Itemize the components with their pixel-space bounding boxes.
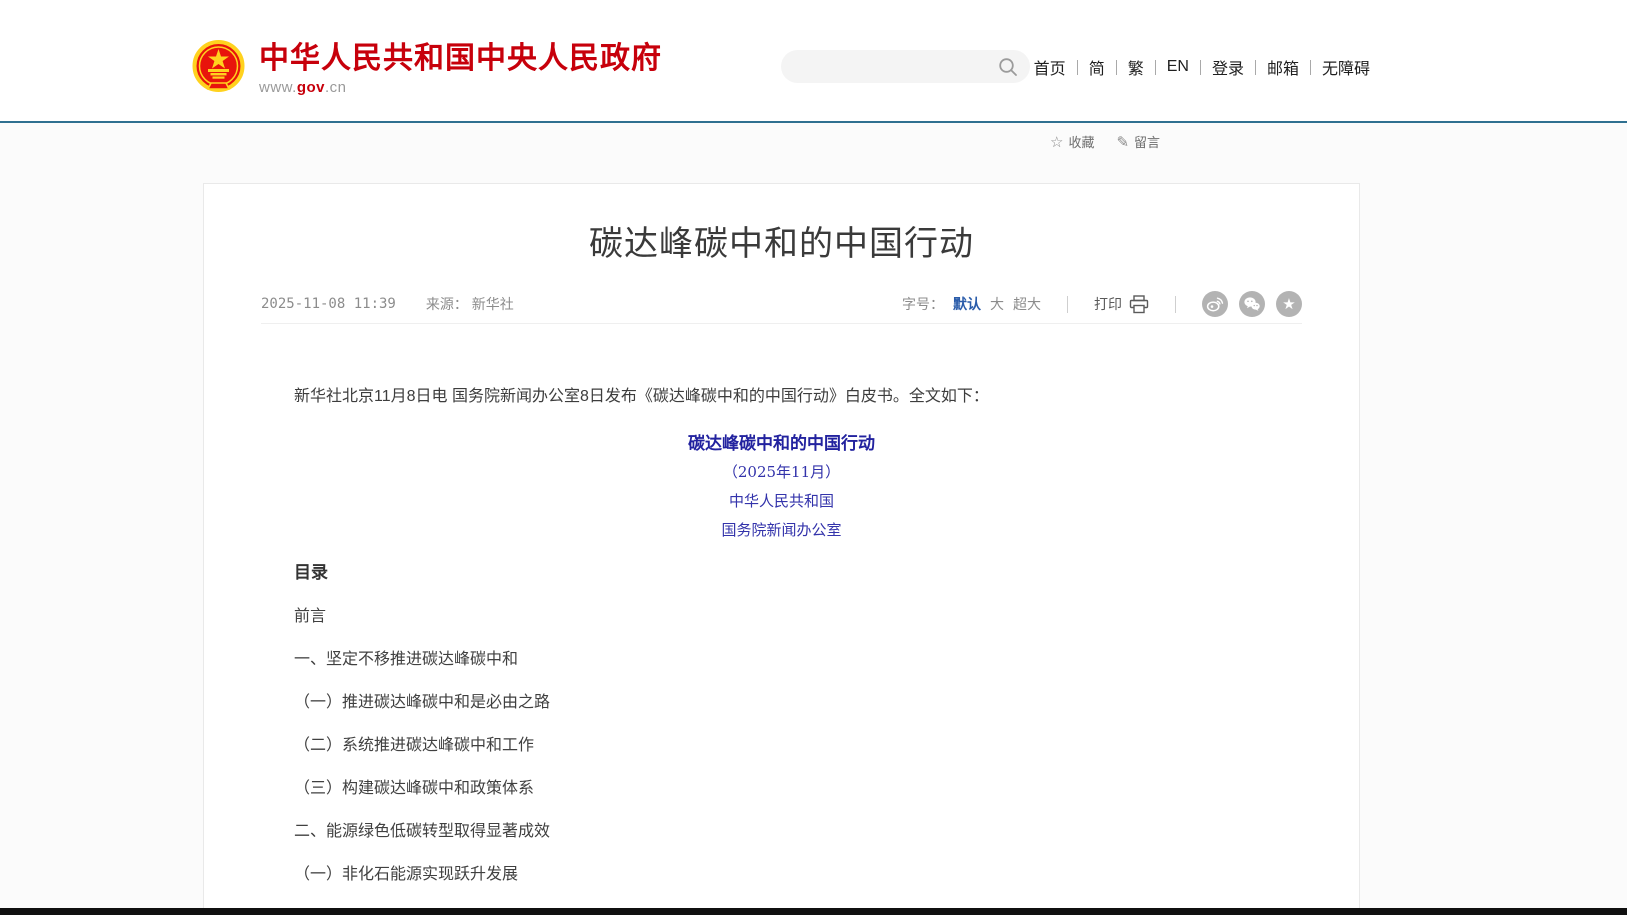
- document-author-line2: 国务院新闻办公室: [294, 520, 1269, 540]
- font-size-label: 字号：: [902, 294, 944, 314]
- top-nav: 首页 简 繁 EN 登录 邮箱 无障碍: [1034, 56, 1370, 78]
- toc-heading: 目录: [294, 561, 1269, 585]
- nav-separator: [1155, 60, 1156, 75]
- nav-home[interactable]: 首页: [1034, 55, 1066, 79]
- publish-date: 2025-11-08 11:39: [261, 296, 396, 312]
- weibo-share-button[interactable]: [1202, 291, 1228, 317]
- search-input[interactable]: [781, 50, 997, 83]
- nav-login[interactable]: 登录: [1212, 55, 1244, 79]
- page: 中华人民共和国中央人民政府 www.gov.cn 首页 简 繁 EN 登录 邮箱: [0, 0, 1627, 915]
- wechat-share-button[interactable]: [1239, 291, 1265, 317]
- meta-separator: [1067, 296, 1068, 313]
- toc-item-section2: 二、能源绿色低碳转型取得显著成效: [294, 821, 1269, 843]
- toc-item-section1: 一、坚定不移推进碳达峰碳中和: [294, 649, 1269, 671]
- printer-icon: [1129, 295, 1149, 314]
- site-url-prefix: www.: [259, 79, 297, 96]
- favorite-label: 收藏: [1068, 132, 1094, 151]
- font-size-large[interactable]: 大: [990, 294, 1004, 314]
- nav-separator: [1255, 60, 1256, 75]
- message-label: 留言: [1134, 132, 1160, 151]
- nav-traditional[interactable]: 繁: [1128, 55, 1144, 79]
- message-button[interactable]: ✎ 留言: [1116, 132, 1160, 151]
- nav-accessibility[interactable]: 无障碍: [1322, 55, 1370, 79]
- intro-paragraph: 新华社北京11月8日电 国务院新闻办公室8日发布《碳达峰碳中和的中国行动》白皮书…: [294, 386, 1269, 408]
- nav-separator: [1310, 60, 1311, 75]
- bottom-edge-bar: [0, 908, 1627, 915]
- font-size-xlarge[interactable]: 超大: [1013, 294, 1041, 314]
- article-body: 新华社北京11月8日电 国务院新闻办公室8日发布《碳达峰碳中和的中国行动》白皮书…: [204, 386, 1359, 886]
- nav-mail[interactable]: 邮箱: [1267, 55, 1299, 79]
- source: 来源： 新华社: [426, 294, 514, 314]
- site-header: 中华人民共和国中央人民政府 www.gov.cn 首页 简 繁 EN 登录 邮箱: [0, 0, 1627, 123]
- site-identity: 中华人民共和国中央人民政府 www.gov.cn: [259, 40, 662, 96]
- source-value: 新华社: [472, 296, 514, 312]
- wechat-icon: [1243, 295, 1261, 313]
- site-logo[interactable]: 中华人民共和国中央人民政府 www.gov.cn: [192, 40, 662, 97]
- toc-item-section1-1: （一）推进碳达峰碳中和是必由之路: [294, 692, 1269, 714]
- nav-separator: [1116, 60, 1117, 75]
- toc-item-preface: 前言: [294, 606, 1269, 628]
- article-tools: ☆ 收藏 ✎ 留言: [1050, 132, 1160, 151]
- document-author-line1: 中华人民共和国: [294, 491, 1269, 511]
- search-icon[interactable]: [997, 56, 1019, 78]
- meta-separator: [1175, 296, 1176, 313]
- share-icons: ★: [1202, 291, 1302, 317]
- article-meta-row: 2025-11-08 11:39 来源： 新华社 字号： 默认 大 超大 打印: [261, 293, 1302, 324]
- font-size-default[interactable]: 默认: [953, 294, 981, 314]
- nav-separator: [1077, 60, 1078, 75]
- nav-separator: [1200, 60, 1201, 75]
- star-outline-icon: ☆: [1050, 133, 1063, 151]
- print-button[interactable]: 打印: [1094, 294, 1149, 314]
- favorite-button[interactable]: ☆ 收藏: [1050, 132, 1094, 151]
- print-label: 打印: [1094, 294, 1122, 314]
- site-url-suffix: .cn: [325, 79, 347, 96]
- document-title: 碳达峰碳中和的中国行动: [294, 433, 1269, 455]
- toc-item-section1-2: （二）系统推进碳达峰碳中和工作: [294, 735, 1269, 757]
- site-title: 中华人民共和国中央人民政府: [259, 42, 662, 76]
- national-emblem-icon: [192, 40, 245, 97]
- source-label: 来源：: [426, 296, 468, 312]
- document-date: （2025年11月）: [294, 462, 1269, 482]
- search-box: [781, 50, 1030, 83]
- nav-simplified[interactable]: 简: [1089, 55, 1105, 79]
- star-share-icon: ★: [1282, 297, 1295, 312]
- toc-item-section2-1: （一）非化石能源实现跃升发展: [294, 864, 1269, 886]
- site-url: www.gov.cn: [259, 79, 662, 96]
- site-url-core: gov: [297, 79, 325, 96]
- star-share-button[interactable]: ★: [1276, 291, 1302, 317]
- article-title: 碳达峰碳中和的中国行动: [204, 222, 1359, 266]
- article-card: 碳达峰碳中和的中国行动 2025-11-08 11:39 来源： 新华社 字号：…: [203, 183, 1360, 915]
- weibo-icon: [1206, 295, 1224, 313]
- pencil-icon: ✎: [1116, 133, 1129, 151]
- toc-item-section1-3: （三）构建碳达峰碳中和政策体系: [294, 778, 1269, 800]
- nav-english[interactable]: EN: [1167, 58, 1189, 76]
- meta-controls: 字号： 默认 大 超大 打印: [902, 291, 1302, 317]
